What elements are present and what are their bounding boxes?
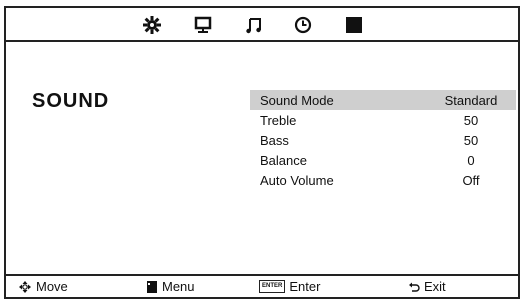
hint-enter: ENTER Enter	[259, 279, 320, 294]
menu-item-treble[interactable]: Treble 50	[250, 110, 516, 130]
menu-item-value: Off	[462, 173, 480, 188]
hint-exit-label: Exit	[424, 279, 446, 294]
menu-item-label: Bass	[260, 133, 289, 148]
menu-item-label: Auto Volume	[260, 173, 334, 188]
menu-item-value: Standard	[444, 93, 498, 108]
hint-enter-label: Enter	[289, 279, 321, 294]
hint-exit: Exit	[408, 279, 446, 294]
tab-sound[interactable]	[242, 13, 266, 37]
page-title: SOUND	[32, 90, 110, 112]
clock-icon	[294, 16, 312, 34]
monitor-icon	[194, 16, 212, 33]
tab-display[interactable]	[191, 13, 215, 37]
hint-menu: Menu	[146, 279, 195, 294]
menu-item-label: Treble	[260, 113, 297, 128]
music-note-icon	[246, 18, 261, 34]
menu-item-bass[interactable]: Bass 50	[250, 130, 516, 150]
enter-key-icon: ENTER	[259, 280, 286, 293]
menu-item-sound-mode[interactable]: Sound Mode Standard	[250, 90, 516, 110]
dpad-icon	[19, 280, 31, 293]
sound-settings-menu: Sound Mode Standard Treble 50 Bass 50 Ba…	[250, 90, 516, 190]
return-arrow-icon	[409, 282, 420, 292]
hint-move-label: Move	[36, 279, 68, 294]
menu-item-label: Sound Mode	[260, 93, 334, 108]
hint-menu-label: Menu	[162, 279, 195, 294]
tv-menu-frame: SOUND Sound Mode Standard Treble 50 Bass…	[4, 6, 520, 299]
footer-hint-bar: Move Menu ENTER Enter Exit	[6, 274, 518, 297]
menu-item-balance[interactable]: Balance 0	[250, 150, 516, 170]
menu-button-icon	[147, 280, 157, 293]
gear-icon	[143, 16, 161, 34]
menu-tab-bar	[6, 8, 518, 42]
menu-item-value: 0	[467, 153, 475, 168]
tab-lock[interactable]	[342, 13, 366, 37]
menu-item-auto-volume[interactable]: Auto Volume Off	[250, 170, 516, 190]
tab-time[interactable]	[291, 13, 315, 37]
menu-item-label: Balance	[260, 153, 307, 168]
menu-item-value: 50	[463, 113, 479, 128]
black-square-icon	[346, 17, 362, 33]
tab-picture[interactable]	[140, 13, 164, 37]
hint-move: Move	[18, 279, 68, 294]
menu-item-value: 50	[463, 133, 479, 148]
